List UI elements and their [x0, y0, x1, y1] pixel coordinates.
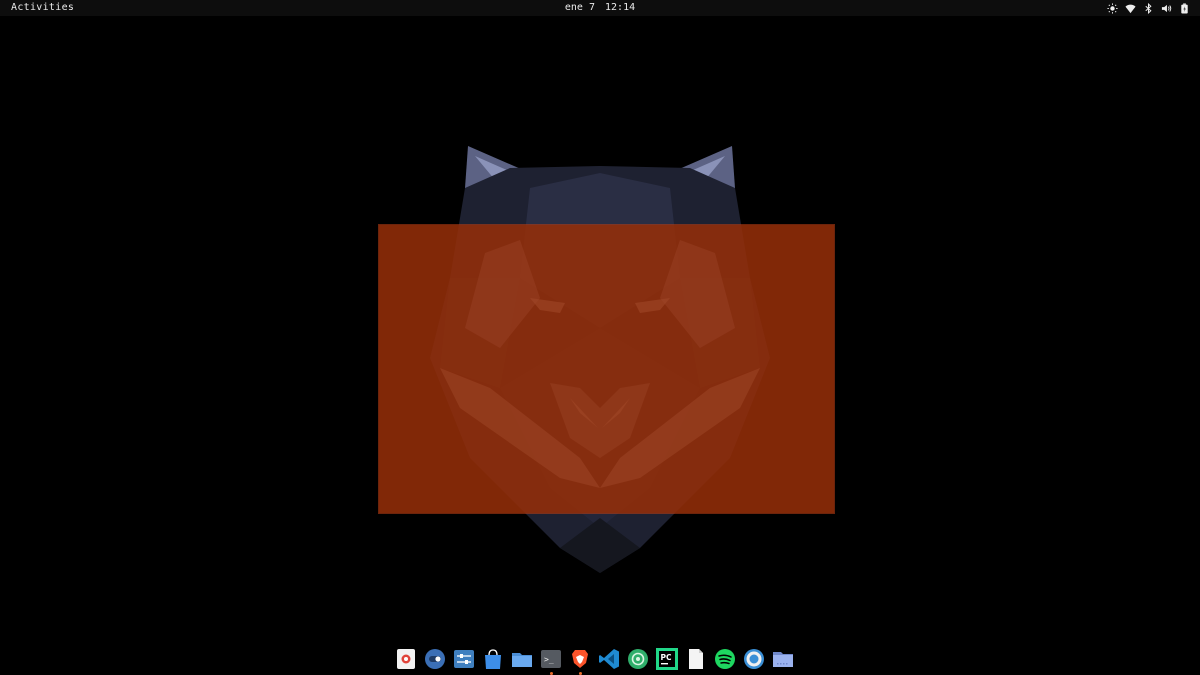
- clock-date: ene 7: [564, 2, 595, 13]
- brightness-icon[interactable]: [1106, 2, 1118, 14]
- dock-item-photo-viewer[interactable]: [395, 648, 417, 670]
- dock-item-toggle-app[interactable]: [424, 648, 446, 670]
- green-app-icon: [628, 649, 648, 669]
- dock-item-spotify[interactable]: [714, 648, 736, 670]
- show-apps-folder-icon: [773, 652, 793, 667]
- clock-datetime[interactable]: ene 7 12:14: [0, 0, 1200, 16]
- dock-item-green-app[interactable]: [627, 648, 649, 670]
- text-document-icon: [689, 649, 703, 669]
- help-lifebuoy-icon: [744, 649, 764, 669]
- dock-item-vscode[interactable]: [598, 648, 620, 670]
- dock-item-help[interactable]: [743, 648, 765, 670]
- pycharm-label: PC: [661, 653, 672, 662]
- dock-item-settings-tweaks[interactable]: [453, 648, 475, 670]
- battery-icon[interactable]: [1178, 2, 1190, 14]
- folder-icon: [512, 653, 532, 667]
- dock: >_ PC: [395, 645, 794, 675]
- pycharm-icon: PC: [656, 648, 678, 670]
- spotify-icon: [715, 649, 735, 669]
- clock-time: 12:14: [605, 2, 636, 13]
- system-tray[interactable]: [1106, 0, 1190, 16]
- bluetooth-icon[interactable]: [1142, 2, 1154, 14]
- dock-item-text-document[interactable]: [685, 648, 707, 670]
- vscode-icon: [599, 649, 619, 669]
- toggle-app-icon: [425, 649, 445, 669]
- dock-item-pycharm[interactable]: PC: [656, 648, 678, 670]
- desktop: [0, 16, 1200, 675]
- dock-item-terminal[interactable]: >_: [540, 648, 562, 675]
- volume-icon[interactable]: [1160, 2, 1172, 14]
- terminal-label: >_: [544, 655, 554, 664]
- terminal-icon: >_: [541, 650, 561, 668]
- settings-tweaks-icon: [454, 650, 474, 668]
- top-bar: Activities ene 7 12:14: [0, 0, 1200, 16]
- dock-item-show-apps[interactable]: [772, 648, 794, 670]
- software-store-icon: [485, 649, 501, 669]
- dock-item-software-store[interactable]: [482, 648, 504, 670]
- wifi-icon[interactable]: [1124, 2, 1136, 14]
- dock-item-folder[interactable]: [511, 648, 533, 670]
- photo-viewer-icon: [397, 649, 415, 669]
- screenshot-selection-area[interactable]: [379, 225, 834, 513]
- brave-browser-icon: [572, 650, 588, 668]
- dock-item-brave-browser[interactable]: [569, 648, 591, 675]
